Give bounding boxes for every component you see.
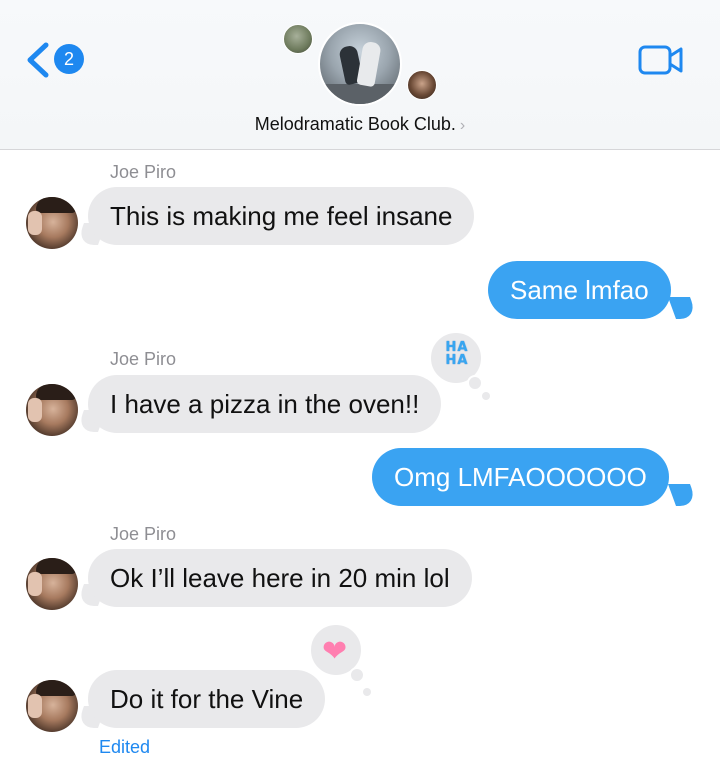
unread-count-badge: 2: [54, 44, 84, 74]
avatar-hair: [36, 384, 76, 400]
tapback-bubble-dot: [482, 392, 490, 400]
heart-tapback-icon[interactable]: ❤: [308, 622, 365, 683]
member-avatar[interactable]: [283, 24, 313, 54]
group-name-button[interactable]: Melodramatic Book Club. ›: [0, 114, 720, 135]
outgoing-message-bubble[interactable]: Same lmfao: [488, 261, 671, 319]
outgoing-message-bubble[interactable]: Omg LMFAOOOOOO: [372, 448, 669, 506]
haha-tapback-icon[interactable]: HA HA: [428, 330, 484, 391]
avatar-hair: [36, 197, 76, 213]
sender-name: Joe Piro: [110, 524, 177, 544]
bubble-tail: [667, 297, 699, 319]
haha-line: HA: [445, 353, 469, 368]
conversation-header: 2 Melodramatic Book Club. ›: [0, 0, 720, 150]
sender-avatar[interactable]: [26, 197, 78, 249]
tapback-bubble-dot: [349, 667, 365, 683]
chevron-left-icon: [27, 42, 49, 78]
haha-text: HA HA: [437, 341, 477, 367]
edited-label[interactable]: Edited: [99, 737, 150, 758]
incoming-message-bubble[interactable]: This is making me feel insane: [88, 187, 475, 245]
bubble-tail: [667, 484, 699, 506]
incoming-message-bubble[interactable]: Ok I’ll leave here in 20 min lol: [88, 549, 472, 607]
member-avatar[interactable]: [407, 70, 437, 100]
group-name-label: Melodramatic Book Club.: [254, 114, 456, 134]
heart-icon: ❤: [322, 634, 348, 669]
sender-avatar[interactable]: [26, 558, 78, 610]
avatar-hair: [36, 680, 76, 696]
chevron-right-icon: ›: [459, 117, 466, 134]
avatar-hand: [28, 211, 42, 235]
incoming-message-bubble[interactable]: I have a pizza in the oven!!: [88, 375, 442, 433]
group-avatar[interactable]: [318, 22, 402, 106]
video-camera-icon: [638, 45, 683, 75]
avatar-hand: [28, 398, 42, 422]
photo-figure: [356, 40, 382, 88]
video-call-button[interactable]: [638, 44, 684, 76]
tapback-bubble-dot: [467, 375, 483, 391]
sender-name: Joe Piro: [110, 162, 177, 182]
back-button[interactable]: 2: [24, 40, 86, 80]
sender-avatar[interactable]: [26, 384, 78, 436]
sender-name: Joe Piro: [110, 349, 177, 369]
incoming-message-bubble[interactable]: Do it for the Vine: [88, 670, 326, 728]
avatar-hand: [28, 572, 42, 596]
avatar-hand: [28, 694, 42, 718]
avatar-hair: [36, 558, 76, 574]
tapback-bubble-dot: [363, 688, 371, 696]
sender-avatar[interactable]: [26, 680, 78, 732]
photo-ground: [320, 84, 400, 104]
